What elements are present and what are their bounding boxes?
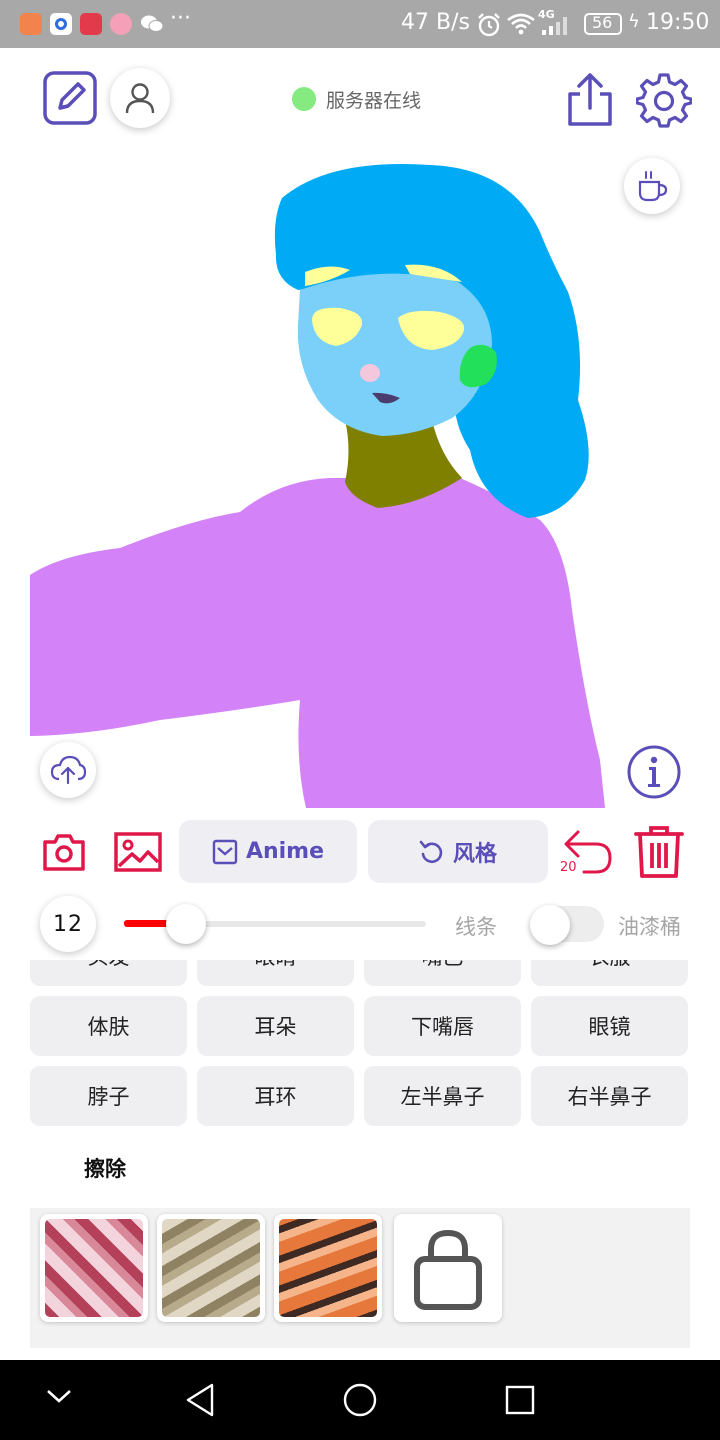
app-icon-2: [50, 13, 72, 35]
part-button-left-nose[interactable]: 左半鼻子: [364, 1066, 521, 1126]
part-button-clothes[interactable]: 衣服: [531, 960, 688, 986]
coffee-cup-icon: [638, 171, 668, 202]
undo-button[interactable]: 20: [560, 826, 616, 878]
camera-button[interactable]: [42, 832, 86, 872]
server-status-dot: [292, 87, 316, 111]
clock: 19:50: [646, 10, 710, 35]
bucket-toggle-knob[interactable]: [530, 905, 570, 945]
part-button-neck[interactable]: 脖子: [30, 1066, 187, 1126]
chevron-down-icon: [47, 1390, 71, 1403]
trash-icon: [634, 826, 684, 878]
erase-button[interactable]: 擦除: [84, 1153, 126, 1183]
wifi-icon: [506, 12, 536, 40]
collapse-button[interactable]: [44, 1386, 74, 1410]
signal-icon: [540, 14, 574, 40]
gear-icon: [635, 73, 693, 128]
home-circle-icon: [343, 1383, 377, 1417]
part-button-eyes[interactable]: 眼睛: [197, 960, 354, 986]
edit-button[interactable]: [42, 70, 98, 126]
share-button[interactable]: [566, 72, 614, 128]
style-button[interactable]: 风格: [368, 820, 548, 883]
bucket-mode-label: 油漆桶: [618, 915, 681, 939]
inbox-icon: [212, 839, 238, 864]
home-button[interactable]: [342, 1382, 378, 1422]
part-button-right-nose[interactable]: 右半鼻子: [531, 1066, 688, 1126]
part-button-earring[interactable]: 耳环: [197, 1066, 354, 1126]
shopping-bag-icon: [414, 1229, 482, 1310]
part-button-skin[interactable]: 体肤: [30, 996, 187, 1056]
alarm-icon: [476, 12, 502, 42]
app-icon-4: [110, 13, 132, 35]
edit-icon: [43, 71, 97, 125]
part-button-hair[interactable]: 头发: [30, 960, 187, 986]
style-thumb-beige-image: [162, 1219, 260, 1317]
delete-button[interactable]: [634, 824, 684, 880]
style-thumb-beige[interactable]: [157, 1214, 265, 1322]
style-thumb-orange-image: [279, 1219, 377, 1317]
charging-icon: ϟ: [628, 11, 640, 32]
system-nav-bar: [0, 1360, 720, 1440]
part-button-lower-lip[interactable]: 下嘴唇: [364, 996, 521, 1056]
style-thumb-pink-image: [45, 1219, 143, 1317]
server-status-text: 服务器在线: [326, 89, 422, 112]
recents-button[interactable]: [504, 1384, 536, 1420]
user-icon: [125, 83, 155, 114]
profile-button[interactable]: [110, 68, 170, 128]
recents-square-icon: [505, 1385, 535, 1415]
back-triangle-icon: [186, 1383, 214, 1417]
brush-size-slider-thumb[interactable]: [166, 904, 206, 944]
app-icon-1: [20, 13, 42, 35]
drawing-artwork: [30, 163, 605, 808]
status-bar: ··· 47 B/s 4G 56 ϟ 19:50: [0, 0, 720, 48]
back-button[interactable]: [184, 1382, 216, 1422]
coffee-button[interactable]: [624, 158, 680, 214]
settings-button[interactable]: [635, 72, 693, 128]
image-icon: [114, 832, 162, 872]
undo-count: 20: [560, 860, 577, 875]
drawing-canvas[interactable]: [0, 140, 720, 808]
more-notifications: ···: [170, 6, 191, 31]
style-thumb-pink[interactable]: [40, 1214, 148, 1322]
style-button-label: 风格: [452, 841, 497, 867]
part-button-mouth[interactable]: 嘴巴: [364, 960, 521, 986]
cloud-upload-icon: [50, 755, 86, 785]
brush-size-badge[interactable]: 12: [40, 896, 96, 952]
anime-button[interactable]: Anime: [179, 820, 357, 883]
info-icon: [627, 745, 681, 799]
refresh-icon: [419, 840, 443, 863]
info-button[interactable]: [626, 744, 682, 800]
part-button-glasses[interactable]: 眼镜: [531, 996, 688, 1056]
style-shop-button[interactable]: [394, 1214, 502, 1322]
gallery-button[interactable]: [114, 832, 162, 872]
line-mode-label: 线条: [455, 915, 497, 939]
part-button-ears[interactable]: 耳朵: [197, 996, 354, 1056]
style-thumb-orange[interactable]: [274, 1214, 382, 1322]
server-status: 服务器在线: [292, 86, 421, 112]
brush-size-value: 12: [53, 911, 83, 937]
battery-level: 56: [592, 13, 613, 32]
wechat-icon: [140, 13, 164, 35]
app-icon-3: [80, 13, 102, 35]
upload-button[interactable]: [40, 742, 96, 798]
style-tray: [30, 1208, 690, 1348]
share-icon: [568, 73, 612, 126]
camera-icon: [43, 834, 85, 871]
network-speed: 47 B/s: [401, 10, 470, 35]
anime-button-label: Anime: [245, 839, 325, 864]
